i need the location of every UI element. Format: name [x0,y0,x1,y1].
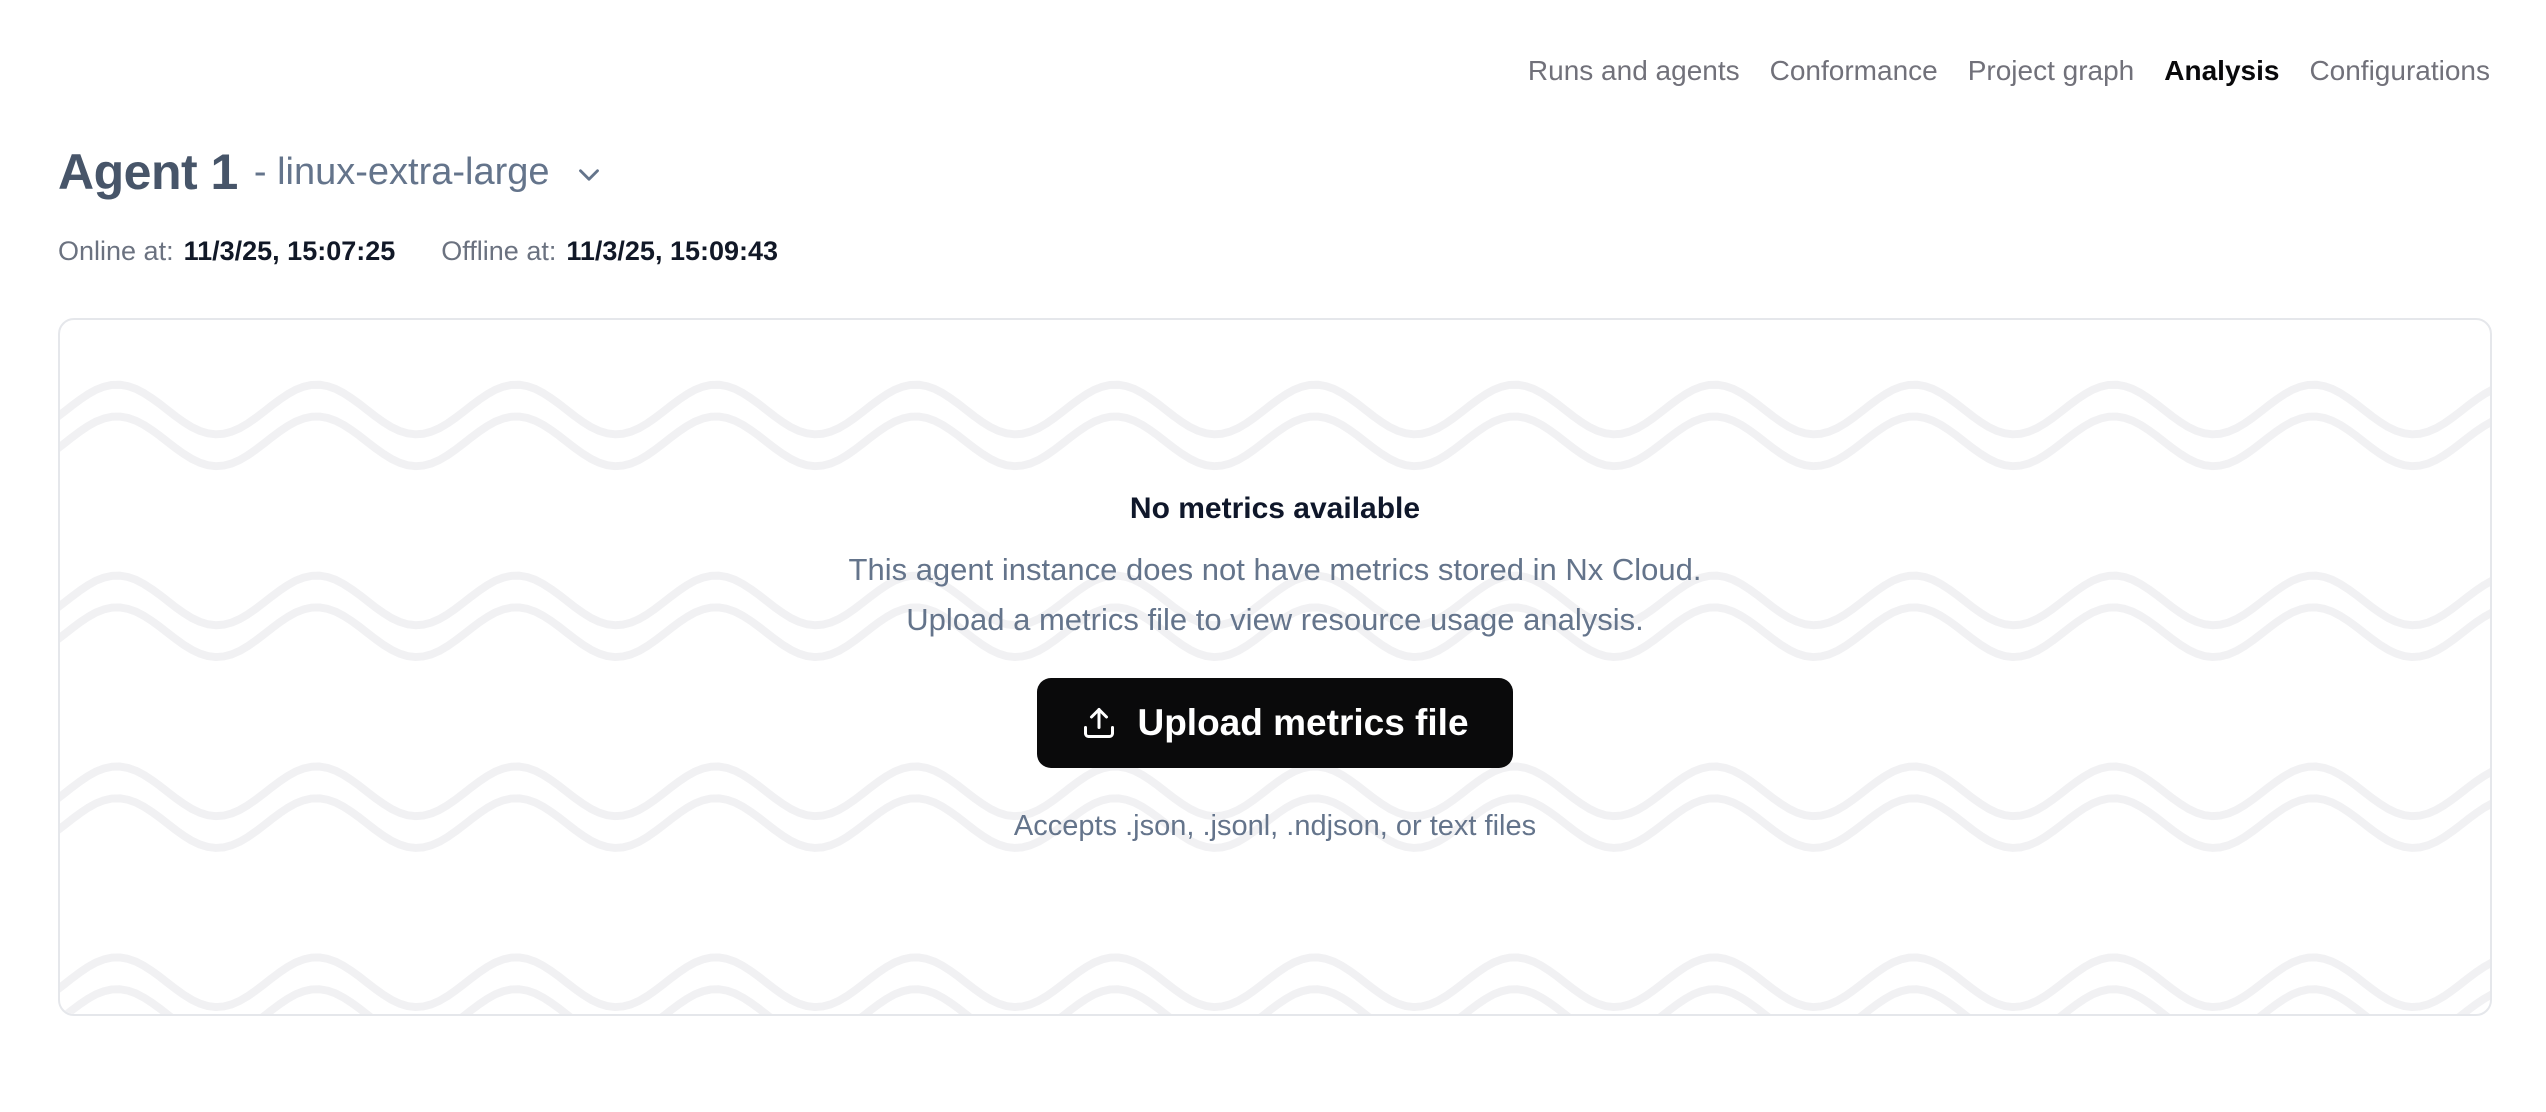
offline-at: Offline at: 11/3/25, 15:09:43 [441,234,778,268]
online-at-value: 11/3/25, 15:07:25 [184,234,396,268]
empty-state-description-line1: This agent instance does not have metric… [849,545,1702,595]
top-navigation: Runs and agents Conformance Project grap… [1528,54,2490,88]
upload-button-label: Upload metrics file [1137,704,1468,741]
agent-selector[interactable]: Agent 1 - linux-extra-large [58,144,606,200]
chevron-down-icon[interactable] [572,158,606,192]
empty-state-description-line2: Upload a metrics file to view resource u… [849,595,1702,645]
upload-metrics-file-button[interactable]: Upload metrics file [1037,678,1512,768]
page-title: Agent 1 [58,144,238,200]
empty-state-title: No metrics available [1130,490,1420,528]
offline-at-value: 11/3/25, 15:09:43 [566,234,778,268]
empty-state-description: This agent instance does not have metric… [849,545,1702,645]
nav-item-runs-and-agents[interactable]: Runs and agents [1528,54,1740,88]
nav-item-conformance[interactable]: Conformance [1770,54,1938,88]
offline-at-label: Offline at: [441,234,556,268]
agent-analysis-page: Runs and agents Conformance Project grap… [0,0,2546,1112]
empty-state-content: No metrics available This agent instance… [60,320,2490,1014]
nav-item-configurations[interactable]: Configurations [2309,54,2490,88]
upload-icon [1081,705,1117,741]
nav-item-project-graph[interactable]: Project graph [1968,54,2135,88]
agent-status-row: Online at: 11/3/25, 15:07:25 Offline at:… [58,234,778,268]
metrics-empty-state-card: No metrics available This agent instance… [58,318,2492,1016]
agent-machine-label: - linux-extra-large [254,148,550,196]
nav-item-analysis[interactable]: Analysis [2164,54,2279,88]
accepted-formats-note: Accepts .json, .jsonl, .ndjson, or text … [1014,807,1536,845]
online-at: Online at: 11/3/25, 15:07:25 [58,234,395,268]
online-at-label: Online at: [58,234,174,268]
